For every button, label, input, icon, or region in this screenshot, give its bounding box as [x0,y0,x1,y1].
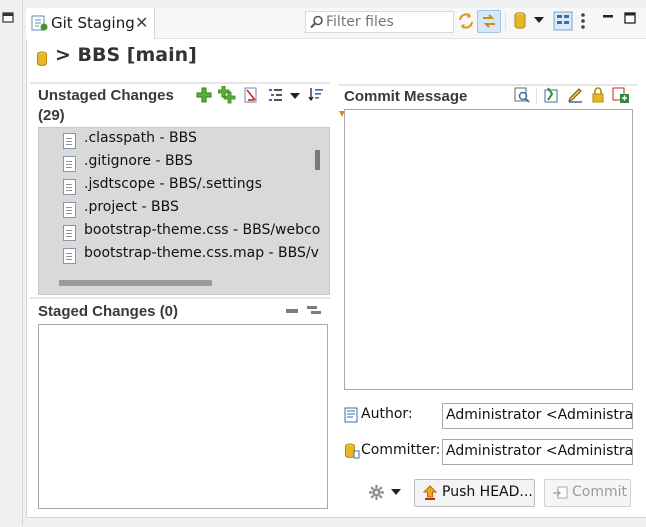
close-tab-icon[interactable]: ✕ [135,13,148,32]
committer-icon [345,443,360,459]
git-staging-icon [31,15,48,31]
unstaged-file-list[interactable]: .classpath - BBS .gitignore - BBS .jsdts… [38,127,330,295]
chevron-down-icon[interactable] [534,17,544,24]
xml-file-icon [63,202,76,218]
push-head-button[interactable]: Push HEAD... [414,479,535,507]
refresh-icon[interactable] [457,12,475,30]
stage-selected-icon[interactable] [196,87,212,103]
view-menu-icon[interactable] [580,12,586,30]
author-label: Author: [361,406,413,422]
repository-title: > BBS [main] [55,44,197,66]
text-file-icon [63,225,76,241]
committer-label: Committer: [361,442,441,458]
ignore-file-icon[interactable] [243,86,259,104]
vertical-scrollbar-thumb[interactable] [315,150,320,170]
unstage-all-icon[interactable] [306,305,322,317]
author-field[interactable]: Administrator <Administrat [442,403,633,429]
stage-all-icon[interactable] [218,86,236,104]
left-trim-strip [0,0,23,526]
xml-file-icon [63,179,76,195]
chevron-down-icon[interactable] [290,93,300,100]
commit-message-title: Commit Message [344,88,468,105]
lock-icon[interactable] [591,87,605,103]
unstage-selected-icon[interactable] [285,307,299,315]
commit-label: Commit [572,484,627,500]
file-label: .project - BBS [84,199,179,215]
link-selection-toggle[interactable] [477,10,501,33]
signed-off-by-icon[interactable] [567,86,584,103]
list-view-icon[interactable] [268,88,284,102]
layout-toggle-icon[interactable] [553,11,573,31]
preview-icon[interactable] [514,87,530,103]
sort-icon[interactable] [308,87,324,103]
file-label: bootstrap-theme.css - BBS/webco [84,222,321,238]
tab-title: Git Staging [51,14,135,32]
maximize-icon[interactable] [624,12,636,24]
repository-icon[interactable] [513,11,527,31]
committer-value: Administrator <Administrat [446,443,633,459]
file-label: .jsdtscope - BBS/.settings [84,176,262,192]
link-with-selection-icon [483,14,495,28]
amend-icon[interactable] [543,86,560,103]
filter-files-field[interactable] [305,11,454,33]
search-icon [310,15,323,29]
restore-view-icon[interactable] [2,12,15,24]
file-label: .gitignore - BBS [84,153,193,169]
xml-file-icon [63,133,76,149]
unstaged-changes-title: Unstaged Changes [38,87,174,104]
text-file-icon [63,156,76,172]
horizontal-scrollbar-thumb[interactable] [59,280,212,286]
filter-files-input[interactable] [326,13,448,30]
file-label: bootstrap-theme.css.map - BBS/v [84,245,319,261]
file-label: .classpath - BBS [84,130,197,146]
settings-gear-icon[interactable] [368,484,385,501]
change-id-icon[interactable] [612,86,630,104]
push-head-label: Push HEAD... [442,484,533,500]
unstaged-changes-count: (29) [38,107,65,124]
author-icon [344,407,358,423]
minimize-icon[interactable] [602,13,614,23]
staged-changes-title: Staged Changes (0) [38,303,179,320]
commit-icon [553,486,568,499]
chevron-down-icon[interactable] [391,489,401,496]
repository-icon [37,51,47,67]
commit-button[interactable]: Commit [544,479,631,507]
text-file-icon [63,248,76,264]
committer-field[interactable]: Administrator <Administrat [442,439,633,465]
staged-file-list[interactable] [38,324,328,509]
author-value: Administrator <Administrat [446,407,633,423]
commit-message-input[interactable] [344,109,633,390]
push-icon [422,485,438,500]
